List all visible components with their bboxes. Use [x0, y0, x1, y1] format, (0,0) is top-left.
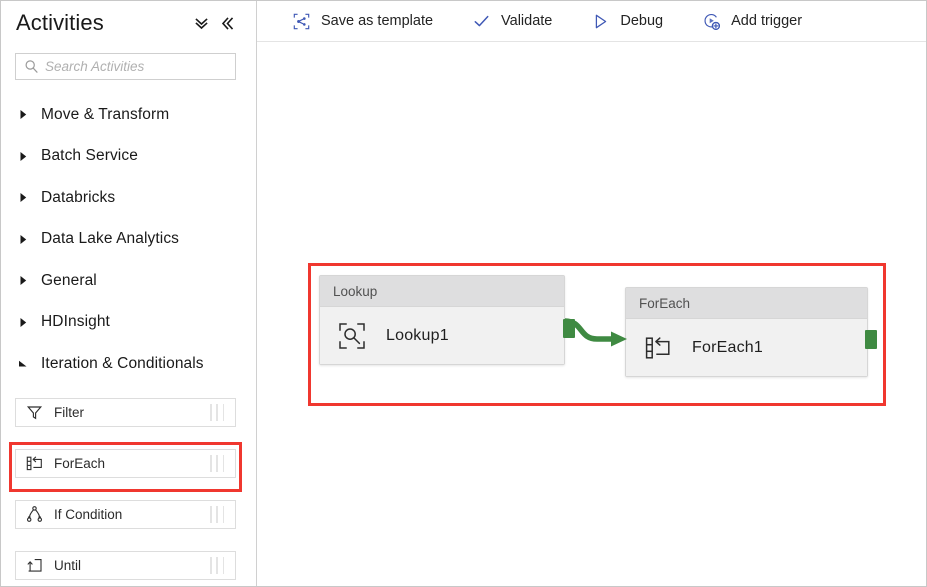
pipeline-designer: Save as template Validate Debug Add trig… [257, 1, 926, 586]
node-name-label: ForEach1 [692, 338, 763, 356]
if-condition-icon [25, 505, 44, 524]
toolbar-button-label: Save as template [321, 13, 434, 29]
node-name-label: Lookup1 [386, 326, 449, 344]
pipeline-canvas[interactable]: Lookup Lookup1 ForEach ForEach1 [257, 42, 926, 586]
drag-handle-icon[interactable] [205, 403, 229, 421]
pipeline-node-lookup1[interactable]: Lookup Lookup1 [319, 275, 565, 365]
chevron-right-icon [18, 151, 34, 162]
activity-slot-if-condition: If Condition [1, 493, 256, 544]
activities-panel: Activities Search Activities Move & Tran… [1, 1, 257, 586]
category-iteration-and-conditionals[interactable]: Iteration & Conditionals [1, 343, 256, 385]
category-label: Databricks [41, 188, 116, 206]
category-hdinsight[interactable]: HDInsight [1, 302, 256, 344]
search-input[interactable] [45, 59, 227, 74]
category-move-and-transform[interactable]: Move & Transform [1, 94, 256, 136]
category-label: Batch Service [41, 147, 138, 165]
toolbar-button-label: Debug [620, 13, 664, 29]
node-output-port-foreach1[interactable] [865, 330, 877, 349]
chevron-down-icon [18, 358, 34, 369]
category-label: General [41, 271, 97, 289]
activity-label: Filter [54, 404, 84, 420]
toolbar-button-label: Add trigger [731, 13, 803, 29]
category-data-lake-analytics[interactable]: Data Lake Analytics [1, 219, 256, 261]
drag-handle-icon[interactable] [205, 556, 229, 574]
add-trigger-icon [701, 11, 721, 31]
category-label: HDInsight [41, 313, 110, 331]
activity-label: Until [54, 557, 82, 573]
save-as-template-icon [291, 11, 311, 31]
foreach-icon [643, 333, 673, 363]
activities-panel-header: Activities [1, 1, 256, 45]
chevron-right-icon [18, 275, 34, 286]
drag-handle-icon[interactable] [205, 454, 229, 472]
page-title: Activities [16, 10, 104, 35]
pipeline-toolbar: Save as template Validate Debug Add trig… [257, 1, 926, 42]
activity-slot-until: Until [1, 544, 256, 587]
activity-item-until[interactable]: Until [15, 550, 236, 580]
add-trigger-button[interactable]: Add trigger [701, 6, 802, 36]
play-triangle-icon [590, 11, 610, 31]
filter-icon [25, 403, 44, 422]
search-icon [24, 59, 39, 74]
chevron-right-icon [18, 234, 34, 245]
debug-button[interactable]: Debug [590, 6, 663, 36]
node-type-label: Lookup [320, 276, 564, 307]
activity-label: If Condition [54, 506, 123, 522]
chevron-right-icon [18, 109, 34, 120]
chevron-right-icon [18, 192, 34, 203]
activity-label: ForEach [54, 455, 106, 471]
collapse-panel-icon[interactable] [214, 10, 240, 36]
until-icon [25, 556, 44, 575]
collapse-all-icon[interactable] [188, 10, 214, 36]
validate-button[interactable]: Validate [471, 6, 552, 36]
toolbar-button-label: Validate [501, 13, 553, 29]
activity-item-if-condition[interactable]: If Condition [15, 499, 236, 529]
drag-handle-icon[interactable] [205, 505, 229, 523]
category-label: Move & Transform [41, 105, 170, 123]
category-batch-service[interactable]: Batch Service [1, 136, 256, 178]
node-type-label: ForEach [626, 288, 867, 319]
checkmark-icon [471, 11, 491, 31]
activity-slot-filter: Filter [1, 391, 256, 442]
lookup-magnifier-icon [337, 321, 367, 351]
save-as-template-button[interactable]: Save as template [291, 6, 433, 36]
node-body: Lookup1 [320, 307, 564, 364]
activity-item-filter[interactable]: Filter [15, 397, 236, 427]
search-activities-box[interactable] [15, 53, 236, 80]
activity-slot-foreach: ForEach [1, 441, 256, 493]
category-label: Iteration & Conditionals [41, 354, 204, 372]
activity-designer-window: Activities Search Activities Move & Tran… [0, 0, 927, 587]
chevron-right-icon [18, 317, 34, 328]
activity-category-list: Move & Transform Batch Service Databrick… [1, 94, 256, 385]
pipeline-node-foreach1[interactable]: ForEach ForEach1 [625, 287, 868, 377]
category-label: Data Lake Analytics [41, 230, 180, 248]
activity-item-list: Filter ForEach If Condition Until [1, 391, 256, 587]
category-general[interactable]: General [1, 260, 256, 302]
activity-item-foreach[interactable]: ForEach [15, 448, 236, 478]
node-output-port-lookup1[interactable] [563, 319, 575, 338]
category-databricks[interactable]: Databricks [1, 177, 256, 219]
node-body: ForEach1 [626, 319, 867, 376]
foreach-icon [25, 454, 44, 473]
